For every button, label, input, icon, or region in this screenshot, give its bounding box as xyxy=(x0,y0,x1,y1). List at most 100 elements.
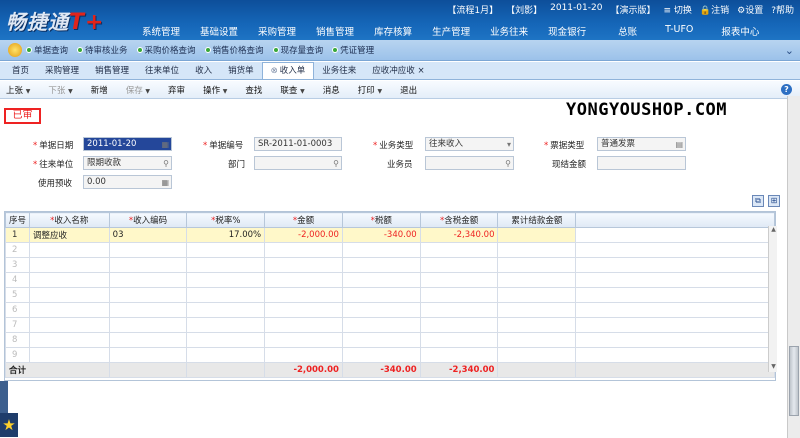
cell[interactable] xyxy=(186,287,266,303)
page-scrollbar[interactable] xyxy=(787,96,800,438)
scroll-thumb[interactable] xyxy=(789,346,799,416)
list-icon[interactable]: ▤ xyxy=(675,139,683,151)
nav-tufo[interactable]: T-UFO xyxy=(665,24,693,38)
nav-production[interactable]: 生产管理 xyxy=(432,24,470,38)
cell[interactable] xyxy=(264,242,343,258)
cell[interactable] xyxy=(419,317,499,333)
prev-button[interactable]: 上张 ▼ xyxy=(6,84,30,96)
cell[interactable] xyxy=(419,257,499,273)
cell[interactable] xyxy=(28,347,110,363)
cell[interactable] xyxy=(264,257,343,273)
tab-sales[interactable]: 销售管理 xyxy=(87,63,137,79)
cell[interactable] xyxy=(264,347,343,363)
col-rate[interactable]: *税率% xyxy=(186,212,266,228)
cell[interactable] xyxy=(419,332,499,348)
logout-button[interactable]: 🔒注销 xyxy=(700,3,729,16)
cell[interactable] xyxy=(186,317,266,333)
quick-stock-query[interactable]: 现存量查询 xyxy=(272,44,323,56)
cell[interactable] xyxy=(497,302,577,318)
cell[interactable] xyxy=(108,272,188,288)
cell[interactable] xyxy=(497,272,577,288)
nav-sales[interactable]: 销售管理 xyxy=(316,24,354,38)
prepay-field[interactable]: 0.00 ▦ xyxy=(83,175,172,189)
cell[interactable] xyxy=(108,317,188,333)
doc-date-field[interactable]: 2011-01-20 ▦ xyxy=(83,137,172,151)
exit-button[interactable]: 退出 xyxy=(400,84,417,96)
search-icon[interactable]: ⚲ xyxy=(163,158,169,170)
cell[interactable] xyxy=(28,332,110,348)
col-code[interactable]: *收入编码 xyxy=(108,212,188,228)
col-no[interactable]: 序号 xyxy=(5,212,30,228)
cell[interactable] xyxy=(186,272,266,288)
cell-total[interactable]: -2,340.00 xyxy=(419,227,499,243)
nav-inventory[interactable]: 库存核算 xyxy=(374,24,412,38)
tab-partners[interactable]: 往来单位 xyxy=(137,63,187,79)
table-row[interactable]: 3 xyxy=(5,257,775,273)
cell[interactable] xyxy=(186,257,266,273)
cell[interactable] xyxy=(28,272,110,288)
star-icon[interactable]: ★ xyxy=(0,413,18,437)
cell[interactable] xyxy=(497,317,577,333)
dept-field[interactable]: ⚲ xyxy=(254,156,342,170)
cell[interactable] xyxy=(108,332,188,348)
cell[interactable] xyxy=(28,302,110,318)
calculator-icon[interactable]: ▦ xyxy=(161,177,169,189)
cell[interactable] xyxy=(341,242,421,258)
tab-income-doc[interactable]: ⊗ 收入单 xyxy=(261,62,315,79)
col-tax[interactable]: *税额 xyxy=(341,212,421,228)
nav-report[interactable]: 报表中心 xyxy=(721,24,759,38)
cell[interactable] xyxy=(264,332,343,348)
table-row[interactable]: 2 xyxy=(5,242,775,258)
tab-sales-order[interactable]: 销货单 xyxy=(220,63,262,79)
print-button[interactable]: 打印 ▼ xyxy=(358,84,382,96)
cell[interactable] xyxy=(264,272,343,288)
cell-name[interactable]: 调整应收 xyxy=(28,227,110,243)
cell[interactable] xyxy=(264,317,343,333)
cell[interactable] xyxy=(264,302,343,318)
cell-rate[interactable]: 17.00% xyxy=(186,227,266,243)
col-amount[interactable]: *金额 xyxy=(264,212,343,228)
quick-sales-price[interactable]: 销售价格查询 xyxy=(204,44,264,56)
nav-ledger[interactable]: 总账 xyxy=(618,24,637,38)
nav-basic-settings[interactable]: 基础设置 xyxy=(200,24,238,38)
quick-doc-query[interactable]: 单据查询 xyxy=(26,44,68,56)
cell[interactable] xyxy=(28,317,110,333)
help-button[interactable]: ?帮助 xyxy=(771,3,794,16)
cell[interactable] xyxy=(186,332,266,348)
doc-no-field[interactable]: SR-2011-01-0003 xyxy=(254,137,342,151)
cell[interactable] xyxy=(108,287,188,303)
partner-field[interactable]: 限期收款 ⚲ xyxy=(83,156,172,170)
tab-home[interactable]: 首页 xyxy=(4,63,37,79)
cell[interactable] xyxy=(28,287,110,303)
cell[interactable] xyxy=(341,272,421,288)
cell-amount[interactable]: -2,000.00 xyxy=(264,227,343,243)
cell[interactable] xyxy=(497,257,577,273)
cell[interactable] xyxy=(419,302,499,318)
link-query-button[interactable]: 联查 ▼ xyxy=(280,84,304,96)
col-name[interactable]: *收入名称 xyxy=(28,212,110,228)
cell[interactable] xyxy=(28,242,110,258)
cell[interactable] xyxy=(341,302,421,318)
biz-type-select[interactable]: 往来收入 ▾ xyxy=(425,137,514,151)
tab-purchase[interactable]: 采购管理 xyxy=(37,63,87,79)
grid-scrollbar[interactable]: ▲ ▼ xyxy=(768,226,777,372)
cell[interactable] xyxy=(108,347,188,363)
nav-purchase[interactable]: 采购管理 xyxy=(258,24,296,38)
operate-button[interactable]: 操作 ▼ xyxy=(203,84,227,96)
nav-system[interactable]: 系统管理 xyxy=(142,24,180,38)
cell[interactable] xyxy=(341,287,421,303)
cell[interactable] xyxy=(497,332,577,348)
next-button[interactable]: 下张 ▼ xyxy=(48,84,72,96)
cell[interactable] xyxy=(108,257,188,273)
cell[interactable] xyxy=(28,257,110,273)
cell[interactable] xyxy=(186,242,266,258)
quick-pending-audit[interactable]: 待审核业务 xyxy=(77,44,128,56)
search-icon[interactable]: ⚲ xyxy=(333,158,339,170)
dropdown-icon[interactable]: ▾ xyxy=(507,139,511,151)
cell[interactable] xyxy=(341,332,421,348)
message-button[interactable]: 消息 xyxy=(323,84,340,96)
save-button[interactable]: 保存 ▼ xyxy=(126,84,150,96)
invoice-type-select[interactable]: 普通发票 ▤ xyxy=(597,137,686,151)
calendar-icon[interactable]: ▦ xyxy=(161,139,169,151)
help-icon[interactable]: ? xyxy=(781,84,792,95)
